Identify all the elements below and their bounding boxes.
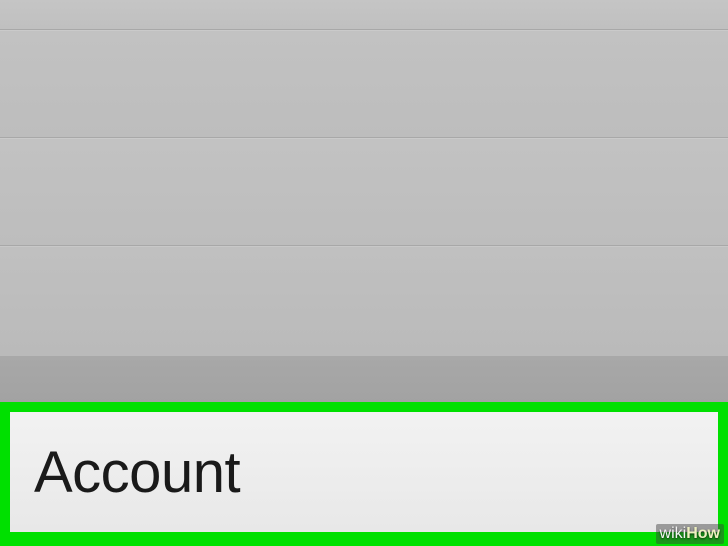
account-label: Account	[34, 439, 240, 506]
account-row[interactable]: Account	[10, 412, 718, 532]
watermark: wikiHow	[656, 524, 724, 544]
watermark-part2: How	[686, 525, 720, 542]
highlight-box: Account	[0, 402, 728, 546]
list-row[interactable]	[0, 30, 728, 138]
watermark-part1: wiki	[660, 525, 687, 542]
list-row-partial[interactable]	[0, 0, 728, 30]
section-separator	[0, 356, 728, 404]
list-row[interactable]	[0, 246, 728, 356]
list-row[interactable]	[0, 138, 728, 246]
